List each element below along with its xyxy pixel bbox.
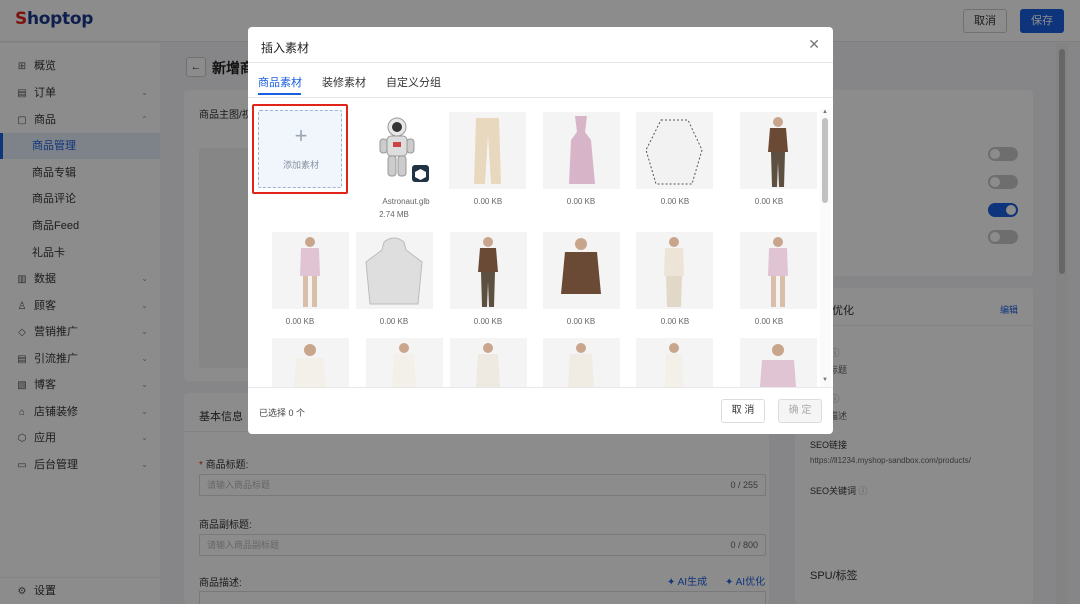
model-white-outfit-thumbnail [476, 343, 500, 387]
file-size: 0.00 KB [660, 197, 690, 206]
media-scrollbar[interactable]: ▲ ▼ [820, 109, 831, 387]
media-tile[interactable] [740, 338, 817, 387]
media-tile[interactable] [366, 338, 443, 387]
file-size: 0.00 KB [473, 317, 503, 326]
cream-pants-thumbnail [474, 118, 501, 184]
divider [248, 97, 833, 98]
media-tile[interactable] [449, 112, 526, 189]
model-cream-outfit-thumbnail [664, 237, 684, 307]
tab-underline [258, 93, 301, 95]
model-brown-outfit-thumbnail [478, 237, 498, 307]
selected-count: 已选择 0 个 [259, 408, 306, 418]
file-size: 0.00 KB [566, 317, 596, 326]
close-icon[interactable]: ✕ [808, 36, 820, 53]
modal-confirm-button[interactable]: 确 定 [778, 399, 822, 423]
file-name: Astronaut.glb [382, 197, 430, 206]
pink-dress-thumbnail [569, 116, 595, 184]
file-size: 0.00 KB [379, 317, 409, 326]
scroll-up-arrow-icon[interactable]: ▲ [822, 109, 828, 115]
file-size: 0.00 KB [473, 197, 503, 206]
file-size: 0.00 KB [566, 197, 596, 206]
tab-decoration-media[interactable]: 装修素材 [322, 74, 366, 90]
tab-product-media[interactable]: 商品素材 [258, 74, 302, 90]
modal-title: 插入素材 [261, 41, 310, 55]
model-white-vest-thumbnail [665, 343, 683, 387]
divider [248, 62, 833, 63]
model-pink-sweater-thumbnail [760, 344, 796, 387]
file-size: 0.00 KB [754, 317, 784, 326]
model-pink-set-thumbnail [300, 237, 320, 307]
model-brown-shirt-thumbnail [561, 238, 601, 294]
tab-custom-group[interactable]: 自定义分组 [386, 74, 441, 90]
media-tile[interactable] [450, 338, 527, 387]
file-size: 0.00 KB [754, 197, 784, 206]
divider [248, 387, 833, 388]
file-size: 0.00 KB [660, 317, 690, 326]
media-tile[interactable] [543, 338, 620, 387]
plus-icon: + [294, 123, 308, 148]
media-tile[interactable] [740, 232, 817, 309]
modal-cancel-button[interactable]: 取 消 [721, 399, 765, 423]
media-tile[interactable] [543, 112, 620, 189]
file-size: 0.00 KB [285, 317, 315, 326]
add-media-label: 添加素材 [282, 160, 319, 170]
add-media-highlight: + 添加素材 [252, 104, 348, 194]
model-white-jacket-thumbnail [568, 343, 594, 387]
model-brown-outfit-thumbnail [768, 117, 788, 187]
insert-media-modal: 插入素材 ✕ 商品素材 装修素材 自定义分组 + 添加素材 Astronaut.… [248, 27, 833, 434]
scroll-down-arrow-icon[interactable]: ▼ [822, 377, 828, 383]
striped-shirt-thumbnail [645, 119, 703, 185]
model-white-dress-thumbnail [392, 343, 416, 387]
media-tile[interactable] [272, 338, 349, 387]
model-white-top-thumbnail [294, 344, 326, 387]
media-tile[interactable] [636, 112, 713, 189]
add-media-button[interactable]: + 添加素材 [258, 110, 342, 188]
scrollbar-thumb[interactable] [822, 118, 828, 203]
media-tile[interactable] [356, 232, 433, 309]
media-tile[interactable] [272, 232, 349, 309]
grey-hoodie-thumbnail [365, 237, 423, 305]
media-tile[interactable] [450, 232, 527, 309]
media-tile[interactable] [636, 232, 713, 309]
media-tile[interactable] [740, 112, 817, 189]
model-pink-set-thumbnail [768, 237, 788, 307]
media-tile[interactable] [543, 232, 620, 309]
media-tile[interactable] [636, 338, 713, 387]
file-size: 2.74 MB [379, 210, 409, 219]
media-tile-astronaut[interactable] [367, 111, 444, 188]
astronaut-thumbnail [379, 117, 429, 182]
